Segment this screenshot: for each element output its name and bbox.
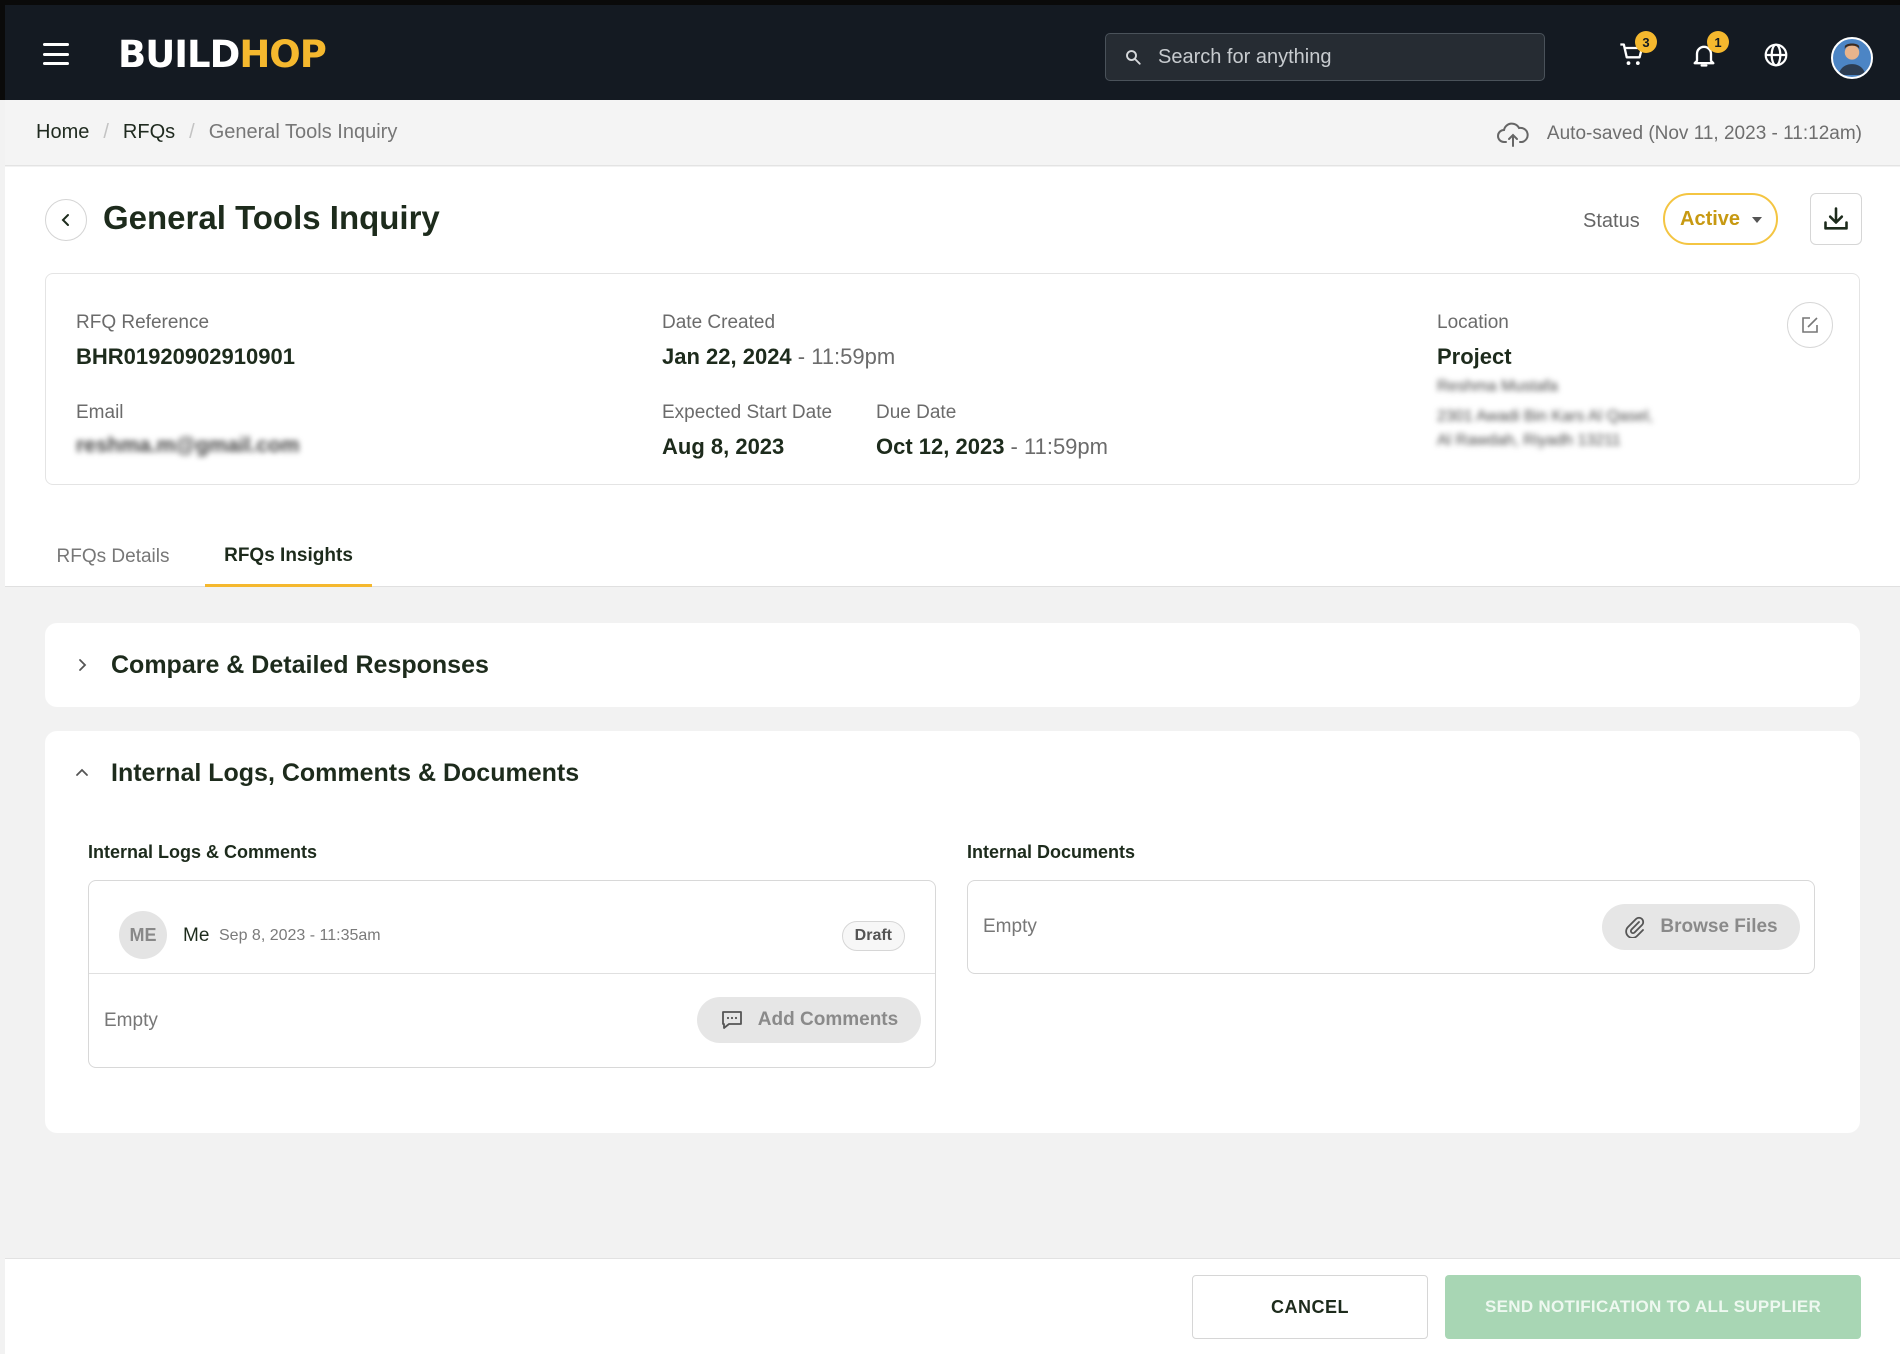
cart-badge: 3: [1635, 31, 1657, 53]
edit-icon: [1802, 317, 1818, 333]
logs-empty-text: Empty: [104, 1010, 158, 1031]
location-label: Location: [1437, 312, 1509, 333]
email-label: Email: [76, 402, 124, 423]
breadcrumb-separator: /: [103, 121, 109, 143]
date-created-value: Jan 22, 2024 - 11:59pm: [662, 344, 895, 370]
user-avatar-icon: [1838, 43, 1866, 75]
menu-icon[interactable]: [43, 43, 69, 65]
back-button[interactable]: [45, 199, 87, 241]
comment-icon: [721, 1011, 742, 1029]
breadcrumb-rfqs[interactable]: RFQs: [123, 121, 175, 144]
status-value: Active: [1680, 207, 1741, 230]
notification-badge: 1: [1707, 31, 1729, 53]
internal-documents-box: Empty Browse Files: [967, 880, 1815, 974]
send-notification-button[interactable]: SEND NOTIFICATION TO ALL SUPPLIER: [1445, 1275, 1861, 1339]
email-value: reshma.m@gmail.com: [76, 434, 300, 457]
documents-empty-text: Empty: [983, 916, 1037, 937]
avatar: ME: [119, 911, 167, 959]
due-date-value: Oct 12, 2023 - 11:59pm: [876, 434, 1108, 460]
breadcrumb-separator: /: [189, 121, 195, 143]
browse-files-button[interactable]: Browse Files: [1602, 904, 1800, 950]
date-created-date: Jan 22, 2024: [662, 344, 792, 369]
compare-responses-accordion: Compare & Detailed Responses: [45, 623, 1860, 707]
location-value: Project: [1437, 344, 1512, 369]
log-date: Sep 8, 2023 - 11:35am: [219, 927, 381, 944]
search-bar[interactable]: [1105, 33, 1545, 81]
caret-down-icon: [1752, 217, 1762, 223]
breadcrumb-current: General Tools Inquiry: [208, 121, 398, 143]
add-comments-label: Add Comments: [757, 1009, 899, 1030]
rfq-info-card: RFQ Reference BHR01920902910901 Email re…: [45, 273, 1860, 485]
add-comments-button[interactable]: Add Comments: [697, 997, 921, 1043]
due-date-time: - 11:59pm: [1004, 434, 1108, 459]
internal-logs-title: Internal Logs, Comments & Documents: [111, 758, 580, 787]
internal-logs-accordion: Internal Logs, Comments & Documents Inte…: [45, 731, 1860, 1133]
logo-accent-text: HOP: [239, 33, 327, 76]
location-address-line-1: 2301 Awadi Bin Kars Al Qasel,: [1437, 408, 1653, 425]
cart-button[interactable]: 3: [1615, 31, 1657, 72]
status-label: Status: [1583, 210, 1640, 232]
expected-start-value: Aug 8, 2023: [662, 434, 785, 459]
page-title: General Tools Inquiry: [103, 199, 440, 236]
date-created-label: Date Created: [662, 312, 776, 333]
rfq-reference-value: BHR01920902910901: [76, 344, 295, 369]
log-divider: [89, 973, 935, 974]
breadcrumb-home[interactable]: Home: [36, 121, 89, 144]
due-date-date: Oct 12, 2023: [876, 434, 1005, 459]
internal-logs-box: ME Me Sep 8, 2023 - 11:35am Draft Empty …: [88, 880, 936, 1068]
buildhop-logo[interactable]: BUILDHOP: [118, 33, 327, 76]
edit-location-button[interactable]: [1787, 302, 1833, 348]
logo-main-text: BUILD: [118, 33, 240, 76]
user-avatar[interactable]: [1831, 37, 1873, 79]
chevron-left-icon: [61, 214, 69, 226]
location-address-line-2: Al Rawdah, Riyadh 13211: [1437, 432, 1621, 449]
language-button[interactable]: [1759, 38, 1793, 72]
download-icon: [1824, 207, 1848, 230]
internal-logs-header[interactable]: Internal Logs, Comments & Documents: [45, 731, 1860, 815]
autosave-status: Auto-saved (Nov 11, 2023 - 11:12am): [1496, 120, 1862, 148]
footer-action-bar: CANCEL SEND NOTIFICATION TO ALL SUPPLIER: [5, 1258, 1900, 1354]
chevron-right-icon: [71, 654, 93, 676]
cloud-upload-icon: [1496, 122, 1529, 147]
compare-responses-title: Compare & Detailed Responses: [111, 650, 489, 679]
draft-badge: Draft: [841, 921, 905, 951]
date-created-time: - 11:59pm: [791, 344, 896, 369]
due-date-label: Due Date: [876, 402, 957, 423]
rfq-tabs: RFQs Details RFQs Insights: [5, 527, 1900, 587]
download-button[interactable]: [1810, 193, 1862, 245]
log-author: Me: [183, 925, 210, 946]
tab-rfqs-insights[interactable]: RFQs Insights: [205, 527, 372, 587]
status-dropdown[interactable]: Active: [1663, 193, 1778, 245]
compare-responses-header[interactable]: Compare & Detailed Responses: [45, 623, 1860, 707]
internal-logs-label: Internal Logs & Comments: [88, 842, 318, 862]
globe-icon: [1764, 43, 1788, 67]
search-input[interactable]: [1158, 45, 1518, 69]
expected-start-label: Expected Start Date: [662, 402, 833, 423]
autosave-text: Auto-saved (Nov 11, 2023 - 11:12am): [1546, 123, 1862, 144]
tab-rfqs-details[interactable]: RFQs Details: [51, 527, 175, 587]
notifications-button[interactable]: 1: [1687, 31, 1729, 72]
paperclip-icon: [1625, 916, 1645, 938]
location-contact: Reshma Mustafa: [1437, 378, 1558, 395]
search-icon: [1126, 50, 1141, 65]
browse-files-label: Browse Files: [1660, 916, 1778, 937]
rfq-reference-label: RFQ Reference: [76, 312, 210, 333]
chevron-up-icon: [71, 762, 93, 784]
breadcrumb: Home / RFQs / General Tools Inquiry Auto…: [5, 100, 1900, 166]
cancel-button[interactable]: CANCEL: [1192, 1275, 1428, 1339]
internal-documents-label: Internal Documents: [967, 842, 1136, 862]
rfq-header-section: General Tools Inquiry Status Active RFQ …: [5, 167, 1900, 587]
top-navbar: BUILDHOP 3 1: [0, 0, 1900, 100]
